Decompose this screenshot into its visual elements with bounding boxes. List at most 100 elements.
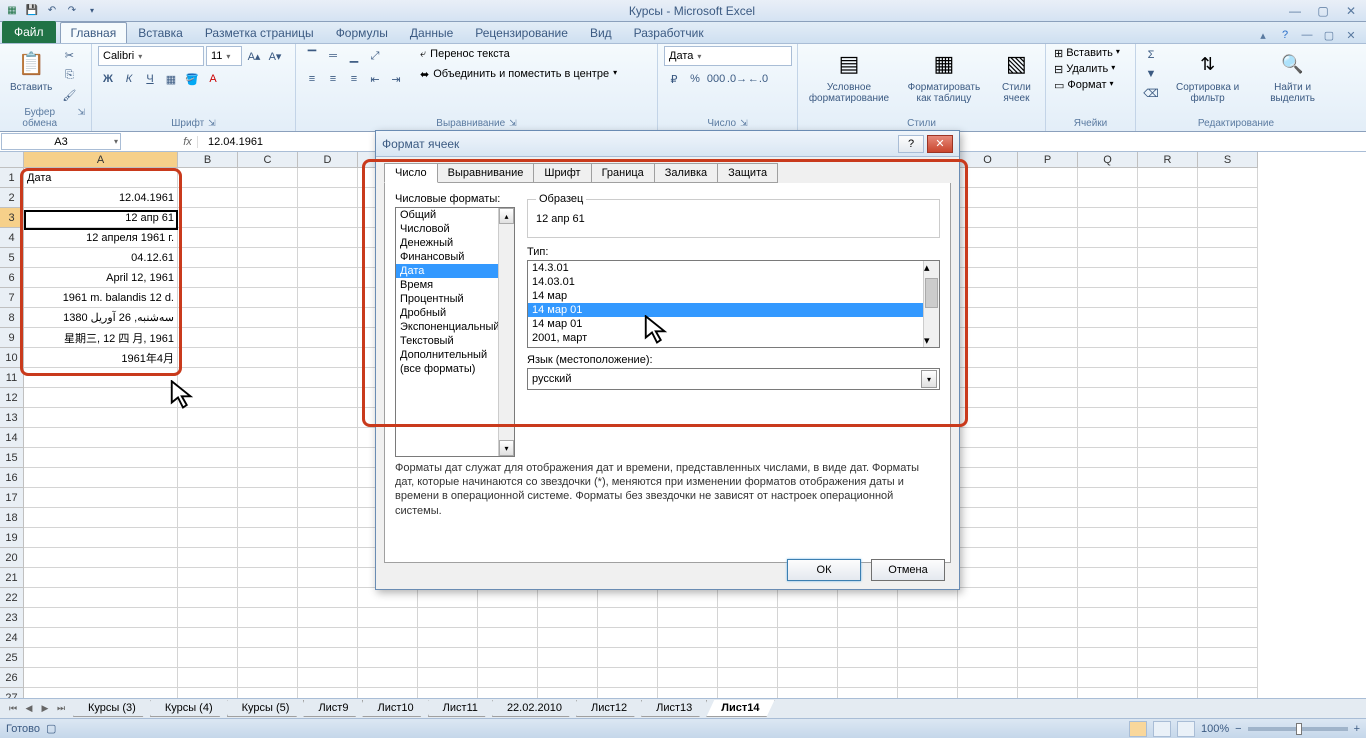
- cell[interactable]: [1018, 668, 1078, 688]
- column-header[interactable]: D: [298, 152, 358, 168]
- cell[interactable]: [478, 648, 538, 668]
- cell[interactable]: [24, 428, 178, 448]
- cell[interactable]: [24, 508, 178, 528]
- cell[interactable]: [1078, 648, 1138, 668]
- cell[interactable]: [24, 408, 178, 428]
- cell[interactable]: [1138, 348, 1198, 368]
- cell[interactable]: [298, 168, 358, 188]
- cell[interactable]: [238, 568, 298, 588]
- cell[interactable]: [178, 288, 238, 308]
- cell[interactable]: [1198, 228, 1258, 248]
- cell[interactable]: [1018, 228, 1078, 248]
- cell[interactable]: [1078, 548, 1138, 568]
- cell[interactable]: 星期三, 12 四 月, 1961: [24, 328, 178, 348]
- number-format-item[interactable]: Дополнительный: [396, 348, 514, 362]
- cell[interactable]: [1138, 528, 1198, 548]
- indent-dec-icon[interactable]: ⇤: [365, 69, 385, 89]
- cell[interactable]: [538, 648, 598, 668]
- cell[interactable]: [898, 608, 958, 628]
- cell[interactable]: [238, 588, 298, 608]
- cell[interactable]: [358, 588, 418, 608]
- cell[interactable]: [178, 588, 238, 608]
- type-item[interactable]: 14 мар 01: [528, 317, 939, 331]
- cut-icon[interactable]: ✂: [60, 46, 78, 64]
- cell[interactable]: [238, 388, 298, 408]
- number-format-item[interactable]: Числовой: [396, 222, 514, 236]
- sheet-tab[interactable]: 22.02.2010: [492, 700, 577, 717]
- macro-record-icon[interactable]: ▢: [46, 722, 56, 735]
- cell[interactable]: [1078, 668, 1138, 688]
- cell[interactable]: [658, 588, 718, 608]
- cell[interactable]: [178, 568, 238, 588]
- cell[interactable]: [1138, 648, 1198, 668]
- cell[interactable]: [1078, 368, 1138, 388]
- minimize-ribbon-icon[interactable]: ▴: [1254, 27, 1272, 43]
- cell[interactable]: [418, 668, 478, 688]
- cell[interactable]: [238, 248, 298, 268]
- cell[interactable]: [178, 468, 238, 488]
- cell[interactable]: [478, 668, 538, 688]
- qat-dropdown-icon[interactable]: ▾: [84, 3, 100, 19]
- save-icon[interactable]: 💾: [24, 3, 40, 19]
- close-icon[interactable]: ✕: [1340, 3, 1362, 19]
- sheet-tab[interactable]: Лист14: [706, 700, 774, 717]
- indent-inc-icon[interactable]: ⇥: [386, 69, 406, 89]
- cell[interactable]: [658, 628, 718, 648]
- cell[interactable]: [178, 428, 238, 448]
- format-painter-icon[interactable]: 🖌: [60, 86, 78, 104]
- cell[interactable]: [958, 288, 1018, 308]
- nav-first-icon[interactable]: ⏮: [6, 703, 20, 714]
- view-normal-icon[interactable]: [1129, 721, 1147, 737]
- cell[interactable]: [298, 528, 358, 548]
- cell[interactable]: [1018, 348, 1078, 368]
- cell[interactable]: [298, 288, 358, 308]
- cell[interactable]: [178, 268, 238, 288]
- type-item[interactable]: 2001, март: [528, 331, 939, 345]
- cell[interactable]: [178, 308, 238, 328]
- cell[interactable]: [1198, 528, 1258, 548]
- cell[interactable]: [1018, 188, 1078, 208]
- cell[interactable]: [958, 368, 1018, 388]
- row-header[interactable]: 8: [0, 308, 24, 328]
- cell[interactable]: [1078, 388, 1138, 408]
- sheet-tab[interactable]: Лист10: [362, 700, 428, 717]
- row-header[interactable]: 21: [0, 568, 24, 588]
- cell[interactable]: [1018, 288, 1078, 308]
- undo-icon[interactable]: ↶: [44, 3, 60, 19]
- zoom-out-icon[interactable]: −: [1235, 723, 1241, 735]
- cell[interactable]: سه‌شنبه, 26 آوريل 1380: [24, 308, 178, 328]
- cell[interactable]: [298, 208, 358, 228]
- cell[interactable]: [718, 648, 778, 668]
- ribbon-tab[interactable]: Главная: [60, 22, 128, 43]
- delete-button[interactable]: ⊟Удалить▾: [1052, 62, 1117, 77]
- cell[interactable]: [1018, 528, 1078, 548]
- cell[interactable]: [838, 668, 898, 688]
- cell[interactable]: [958, 568, 1018, 588]
- cell[interactable]: [1018, 268, 1078, 288]
- cell[interactable]: [1078, 408, 1138, 428]
- cell[interactable]: [178, 188, 238, 208]
- cell[interactable]: [898, 648, 958, 668]
- cell[interactable]: [1078, 228, 1138, 248]
- window-restore-icon[interactable]: ▢: [1320, 27, 1338, 43]
- cell[interactable]: [1018, 368, 1078, 388]
- column-header[interactable]: S: [1198, 152, 1258, 168]
- clear-icon[interactable]: ⌫: [1142, 84, 1160, 102]
- select-all-corner[interactable]: [0, 152, 24, 168]
- row-header[interactable]: 16: [0, 468, 24, 488]
- cell[interactable]: [1198, 348, 1258, 368]
- cell[interactable]: [238, 228, 298, 248]
- cell[interactable]: Дата: [24, 168, 178, 188]
- cell[interactable]: [1198, 628, 1258, 648]
- cell[interactable]: [298, 408, 358, 428]
- cell[interactable]: [1078, 328, 1138, 348]
- row-header[interactable]: 11: [0, 368, 24, 388]
- cell[interactable]: [24, 588, 178, 608]
- cell[interactable]: [1198, 168, 1258, 188]
- cell[interactable]: [178, 548, 238, 568]
- cell[interactable]: [298, 648, 358, 668]
- cell[interactable]: [1078, 628, 1138, 648]
- cell[interactable]: [238, 408, 298, 428]
- cell[interactable]: [1078, 208, 1138, 228]
- cell[interactable]: [1138, 448, 1198, 468]
